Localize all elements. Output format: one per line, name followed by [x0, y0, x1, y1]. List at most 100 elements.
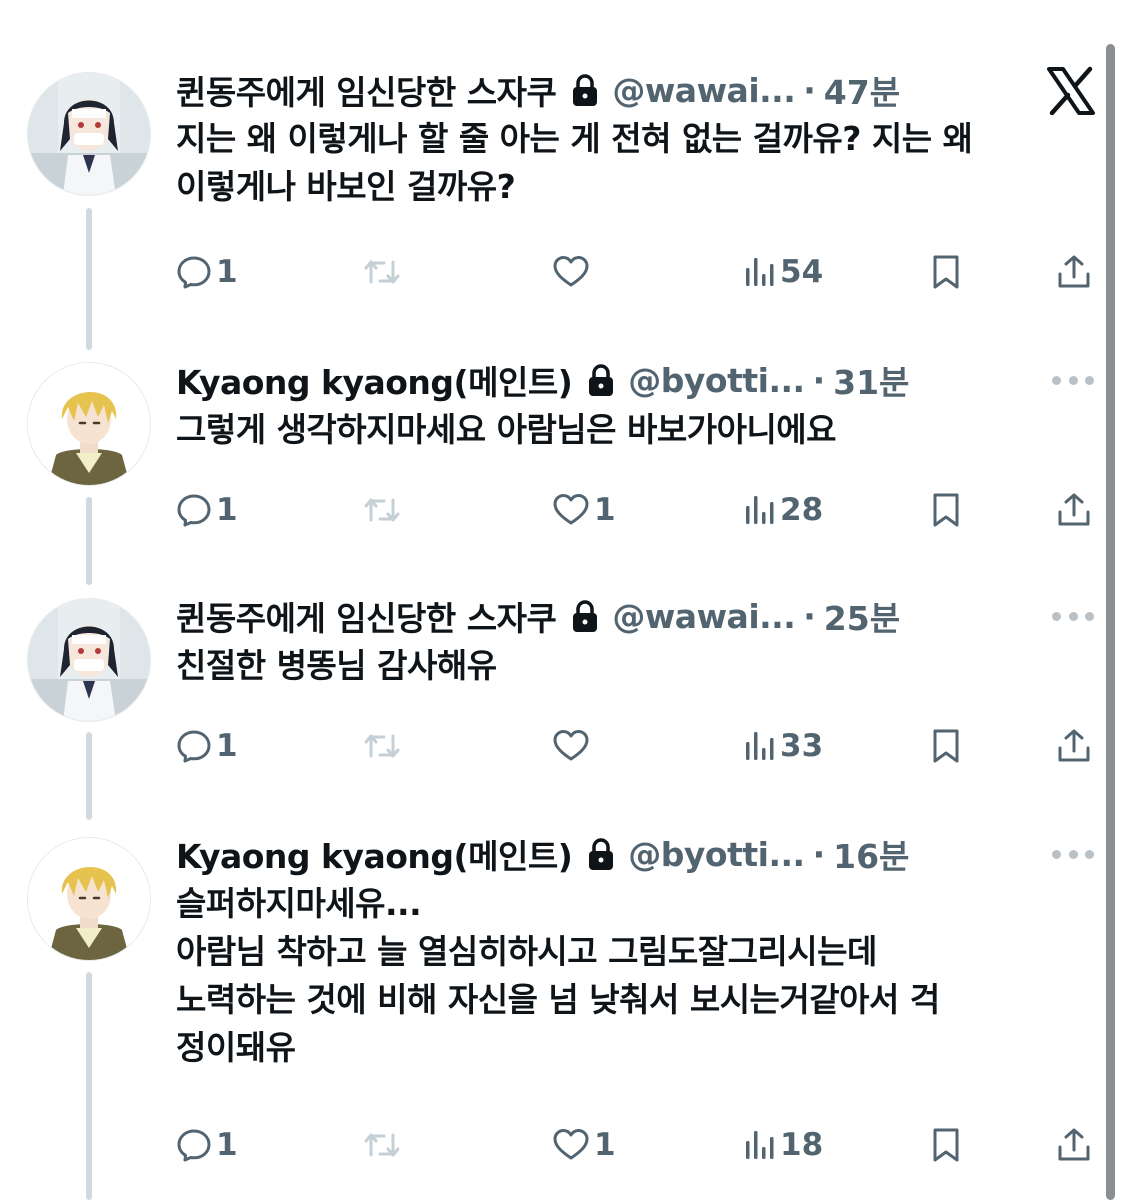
reply-button[interactable]: 1: [176, 721, 238, 771]
retweet-icon: [362, 254, 402, 290]
bookmark-button[interactable]: [930, 485, 962, 535]
bookmark-icon: [930, 492, 962, 528]
timestamp[interactable]: 25분: [824, 592, 900, 640]
tweet-header: 퀸동주에게 임신당한 스자쿠 @wawai... · 47분: [176, 66, 900, 114]
share-icon: [1056, 728, 1092, 764]
thread-line: [86, 732, 92, 820]
more-icon[interactable]: [1052, 372, 1094, 388]
action-bar: 1 1 18: [176, 1120, 1096, 1170]
x-logo-icon[interactable]: [1046, 66, 1096, 116]
share-button[interactable]: [1056, 721, 1092, 771]
bookmark-icon: [930, 1127, 962, 1163]
views-button[interactable]: 18: [744, 1120, 823, 1170]
view-count: 28: [780, 492, 824, 528]
lock-icon: [572, 73, 598, 107]
handle[interactable]: @wawai...: [612, 597, 795, 636]
timestamp[interactable]: 31분: [833, 356, 909, 404]
tweet-text: 슬퍼하지마세유... 아람님 착하고 늘 열심히하시고 그림도잘그리시는데 노력…: [176, 880, 1096, 1072]
views-icon: [744, 254, 776, 290]
lock-icon: [572, 599, 598, 633]
avatar[interactable]: [27, 837, 151, 961]
handle[interactable]: @byotti...: [628, 835, 805, 874]
tweet-text-line: 아람님 착하고 늘 열심히하시고 그림도잘그리시는데: [176, 932, 877, 971]
tweet-text-line: 지는 왜 이렇게나 할 줄 아는 게 전혀 없는 걸까유? 지는 왜: [176, 119, 973, 158]
retweet-icon: [362, 728, 402, 764]
separator-dot: ·: [803, 596, 816, 636]
heart-icon: [552, 1127, 590, 1163]
thread-line: [86, 497, 92, 585]
share-icon: [1056, 1127, 1092, 1163]
tweet-text-line: 정이돼유: [176, 1028, 296, 1067]
reply-count: 1: [216, 492, 238, 528]
views-button[interactable]: 54: [744, 247, 823, 297]
tweet-header: Kyaong kyaong(메인트) @byotti... · 16분: [176, 830, 909, 878]
action-bar: 1 33: [176, 721, 1096, 771]
action-bar: 1 54: [176, 247, 1096, 297]
share-button[interactable]: [1056, 1120, 1092, 1170]
tweet-text-line: 친절한 병똥님 감사해유: [176, 646, 497, 685]
heart-icon: [552, 492, 590, 528]
heart-icon: [552, 728, 590, 764]
handle[interactable]: @wawai...: [612, 71, 795, 110]
retweet-button[interactable]: [362, 485, 406, 535]
more-icon[interactable]: [1052, 608, 1094, 624]
like-button[interactable]: [552, 721, 594, 771]
avatar[interactable]: [27, 362, 151, 486]
views-button[interactable]: 33: [744, 721, 823, 771]
share-icon: [1056, 492, 1092, 528]
bookmark-icon: [930, 254, 962, 290]
like-button[interactable]: 1: [552, 1120, 616, 1170]
share-icon: [1056, 254, 1092, 290]
display-name[interactable]: 퀸동주에게 임신당한 스자쿠: [176, 592, 557, 640]
reply-count: 1: [216, 1127, 238, 1163]
view-count: 33: [780, 728, 824, 764]
thread-line: [86, 208, 92, 350]
bookmark-button[interactable]: [930, 247, 962, 297]
timestamp[interactable]: 16분: [833, 830, 909, 878]
lock-icon: [588, 363, 614, 397]
like-count: 1: [594, 492, 616, 528]
retweet-button[interactable]: [362, 721, 406, 771]
retweet-button[interactable]: [362, 1120, 406, 1170]
thread-line: [86, 972, 92, 1200]
display-name[interactable]: Kyaong kyaong(메인트): [176, 830, 573, 878]
tweet-header: 퀸동주에게 임신당한 스자쿠 @wawai... · 25분: [176, 592, 900, 640]
retweet-icon: [362, 492, 402, 528]
reply-button[interactable]: 1: [176, 247, 238, 297]
reply-count: 1: [216, 728, 238, 764]
tweet-text-line: 노력하는 것에 비해 자신을 넘 낮춰서 보시는거같아서 걱: [176, 980, 940, 1019]
views-icon: [744, 1127, 776, 1163]
views-button[interactable]: 28: [744, 485, 823, 535]
view-count: 54: [780, 254, 824, 290]
like-button[interactable]: [552, 247, 594, 297]
avatar[interactable]: [27, 598, 151, 722]
action-bar: 1 1 28: [176, 485, 1096, 535]
reply-button[interactable]: 1: [176, 485, 238, 535]
view-count: 18: [780, 1127, 824, 1163]
separator-dot: ·: [812, 360, 826, 400]
lock-icon: [588, 837, 614, 871]
reply-icon: [176, 254, 212, 290]
timestamp[interactable]: 47분: [824, 66, 900, 114]
display-name[interactable]: 퀸동주에게 임신당한 스자쿠: [176, 66, 557, 114]
like-button[interactable]: 1: [552, 485, 616, 535]
bookmark-button[interactable]: [930, 721, 962, 771]
heart-icon: [552, 254, 590, 290]
reply-button[interactable]: 1: [176, 1120, 238, 1170]
bookmark-button[interactable]: [930, 1120, 962, 1170]
retweet-button[interactable]: [362, 247, 406, 297]
tweet-text: 그렇게 생각하지마세요 아람님은 바보가아니에요: [176, 406, 1096, 454]
more-icon[interactable]: [1052, 846, 1094, 862]
reply-icon: [176, 728, 212, 764]
reply-icon: [176, 492, 212, 528]
avatar[interactable]: [27, 72, 151, 196]
share-button[interactable]: [1056, 485, 1092, 535]
separator-dot: ·: [803, 70, 816, 110]
share-button[interactable]: [1056, 247, 1092, 297]
bookmark-icon: [930, 728, 962, 764]
tweet-text: 지는 왜 이렇게나 할 줄 아는 게 전혀 없는 걸까유? 지는 왜 이렇게나 …: [176, 115, 1096, 211]
tweet-header: Kyaong kyaong(메인트) @byotti... · 31분: [176, 356, 909, 404]
handle[interactable]: @byotti...: [628, 361, 805, 400]
scrollbar[interactable]: [1106, 44, 1115, 1200]
display-name[interactable]: Kyaong kyaong(메인트): [176, 356, 573, 404]
